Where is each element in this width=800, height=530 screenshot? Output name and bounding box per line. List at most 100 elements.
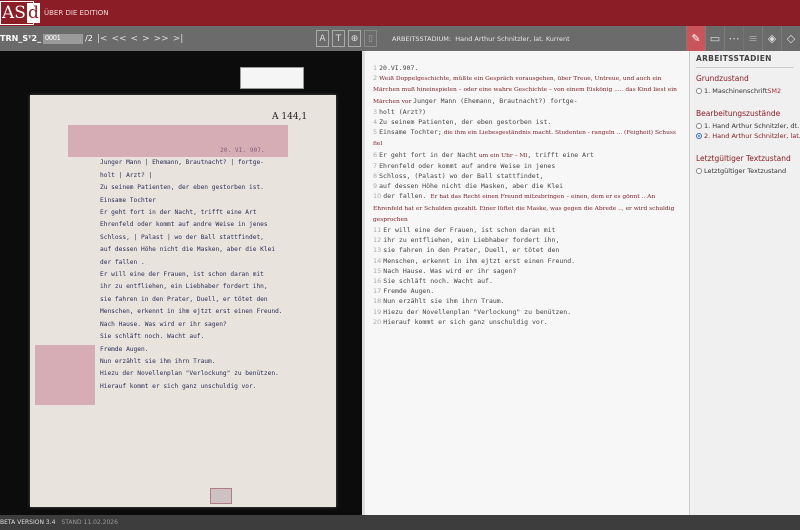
typed-text: Fremde Augen. [383, 287, 435, 296]
transcript-line: 17 Fremde Augen. [373, 286, 681, 296]
radio-button[interactable] [696, 123, 702, 129]
archive-stamp [210, 488, 232, 504]
date-label: STAND 11.02.2026 [61, 519, 118, 526]
radio-button[interactable] [696, 133, 702, 139]
prev-page-button[interactable]: < [131, 34, 139, 44]
facsimile-line: Er geht fort in der Nacht, trifft eine A… [100, 209, 257, 217]
handwritten-addition: um ein Uhr – Ml [476, 152, 528, 159]
about-edition-link[interactable]: ÜBER DIE EDITION [44, 9, 109, 17]
radio-button[interactable] [696, 88, 702, 94]
stage-option[interactable]: 2. Hand Arthur Schnitzler, lat. Kurrent [696, 132, 800, 140]
header: AS d ÜBER DIE EDITION [0, 0, 800, 26]
facsimile-line: der fallen . [100, 258, 145, 266]
tag-outline-icon[interactable]: ◇ [781, 26, 800, 51]
facsimile-line: Sie schläft noch. Wacht auf. [100, 333, 205, 341]
stage-group-title: Grundzustand [696, 74, 749, 83]
sidebar-title: ARBEITSSTADIEN [696, 54, 794, 68]
tag-icon[interactable]: ◈ [762, 26, 781, 51]
stage-group-title: Bearbeitungszustände [696, 109, 781, 118]
comment-dots-icon[interactable]: ⋯ [724, 26, 743, 51]
typed-text: Sie schläft noch. Wacht auf. [383, 277, 493, 286]
transcript-line: 11 Er will eine der Frauen, ist schon dar… [373, 225, 681, 235]
stage-option[interactable]: 1. Hand Arthur Schnitzler, dt. Kurrent [696, 122, 800, 130]
edit-icon[interactable]: ✎ [686, 26, 705, 51]
logo[interactable]: AS d [0, 1, 40, 25]
transcript-view-button[interactable]: T [332, 30, 345, 47]
line-number: 15 [373, 266, 382, 275]
transcript-line: 20 Hierauf kommt er sich ganz unschuldig … [373, 317, 681, 327]
typed-text: Ehrenfeld oder kommt auf andre Weise in … [379, 161, 556, 170]
radio-button[interactable] [696, 168, 702, 174]
transcript-line: 6 Er geht fort in der Nacht um ein Uhr – … [373, 150, 681, 161]
comment-icon[interactable]: ▭ [705, 26, 724, 51]
facsimile-line: Junger Mann | Ehemann, Brautnacht? | for… [100, 159, 264, 167]
facsimile-line: Menschen, erkennt in ihm ejtzt erst eine… [100, 308, 283, 316]
stage-option[interactable]: Letztgültiger Textzustand [696, 167, 794, 175]
stage-indicator: ARBEITSSTADIUM: Hand Arthur Schnitzler, … [392, 34, 570, 43]
next-fast-button[interactable]: >> [154, 34, 169, 44]
typed-text: Nun erzählt sie ihm ihrn Traum. [383, 297, 505, 306]
typed-text: Zu seinem Patienten, der eben gestorben … [379, 118, 552, 127]
next-page-button[interactable]: > [142, 34, 150, 44]
last-page-button[interactable]: >| [173, 34, 184, 44]
transcript-line: 13 sie fahren in den Prater, Duell, er tö… [373, 245, 681, 255]
stage-option-label: 2. Hand Arthur Schnitzler, lat. Kurrent [704, 132, 800, 140]
line-number: 14 [373, 256, 382, 265]
prev-fast-button[interactable]: << [111, 34, 126, 44]
page-input[interactable] [43, 33, 84, 44]
facsimile-line: Hiezu der Novellenplan "Verlockung" zu b… [100, 370, 279, 378]
transcript-line: 9 auf dessen Höhe nicht die Masken, aber … [373, 181, 681, 191]
line-number: 16 [373, 277, 382, 286]
line-number: 12 [373, 236, 382, 245]
facsimile-line: sie fahren in den Prater, Duell, er töte… [100, 295, 268, 303]
line-number: 1 [373, 64, 378, 72]
transcription-panel: 1 20.VI.907. 2 Weiß Doppelgeschichte, müßte… [365, 51, 690, 515]
facsimile-line: Ehrenfeld oder kommt auf andre Weise in … [100, 221, 268, 229]
line-number: 2 [373, 74, 378, 83]
stage-option-label: 1. Maschinenschrift [704, 87, 768, 95]
typed-text: , trifft eine Art [527, 150, 594, 159]
text-view-button[interactable]: A [316, 30, 329, 47]
sidebar: ARBEITSSTADIEN Grundzustand 1. Maschinens… [690, 51, 800, 515]
transcript-line: 3 holt (Arzt?) [373, 107, 681, 117]
transcript-line: 10 der fallen. Er hat das Recht einen Fre… [373, 191, 681, 225]
facsimile-line: auf dessen Höhe nicht die Masken, aber d… [100, 246, 276, 254]
facsimile-line: Zu seinem Patienten, der eben gestorben … [100, 184, 264, 192]
line-number: 11 [373, 226, 382, 235]
line-number: 19 [373, 307, 382, 316]
transcript-line: 4 Zu seinem Patienten, der eben gestorben… [373, 117, 681, 127]
line-number: 6 [373, 150, 378, 159]
transcript-line: 5 Einsame Tochter; die ihm ein Liebesgest… [373, 127, 681, 149]
transcript-line: 7 Ehrenfeld oder kommt auf andre Weise in… [373, 161, 681, 171]
typed-text: holt (Arzt?) [379, 107, 427, 116]
line-number: 17 [373, 287, 382, 296]
typed-text: der fallen. [383, 192, 431, 201]
facsimile-line: Er will eine der Frauen, ist schon daran… [100, 271, 264, 279]
facsimile-line: ihr zu entfliehen, ein Liebhaber fordert… [100, 283, 268, 291]
facsimile-viewer[interactable]: A 144,1 20. VI. 907.Junger Mann | Eheman… [0, 51, 362, 515]
typed-text: Menschen, erkennt in ihm ejtzt erst eine… [383, 256, 576, 265]
line-number: 20 [373, 317, 382, 326]
zoom-icon[interactable]: ⊕ [348, 30, 361, 47]
scale-ruler [240, 67, 304, 89]
transcript-line: 14 Menschen, erkennt in ihm ejtzt erst ei… [373, 256, 681, 266]
typed-text: Hierauf kommt er sich ganz unschuldig vo… [383, 317, 548, 326]
typed-text: Nach Hause. Was wird er ihr sagen? [383, 266, 517, 275]
transcript-line: 8 Schloss, (Palast) wo der Ball stattfind… [373, 171, 681, 181]
first-page-button[interactable]: |< [97, 34, 108, 44]
toolbar: TRN_Sᵀ2_ /2 |< << < > >> >| A T ⊕ ▯ ARBE… [0, 26, 800, 51]
facsimile-line: Nach Hause. Was wird er ihr sagen? [100, 320, 227, 328]
stage-option-label: Letztgültiger Textzustand [704, 167, 787, 175]
archive-number: A 144,1 [272, 112, 308, 122]
typed-text: Hiezu der Novellenplan "Verlockung" zu b… [383, 307, 572, 316]
facsimile-page: A 144,1 20. VI. 907.Junger Mann | Eheman… [30, 95, 336, 507]
typed-text: auf dessen Höhe nicht die Masken, aber d… [379, 182, 564, 191]
layout-icon[interactable]: ▯ [364, 30, 377, 47]
facsimile-line: Fremde Augen. [100, 345, 149, 353]
stage-group-title: Letztgültiger Textzustand [696, 154, 791, 163]
transcript-line: 15 Nach Hause. Was wird er ihr sagen? [373, 266, 681, 276]
line-number: 9 [373, 182, 378, 191]
line-number: 5 [373, 128, 378, 137]
comment-lines-icon[interactable]: ≡ [743, 26, 762, 51]
stage-option[interactable]: 1. Maschinenschrift SM2 [696, 87, 794, 95]
